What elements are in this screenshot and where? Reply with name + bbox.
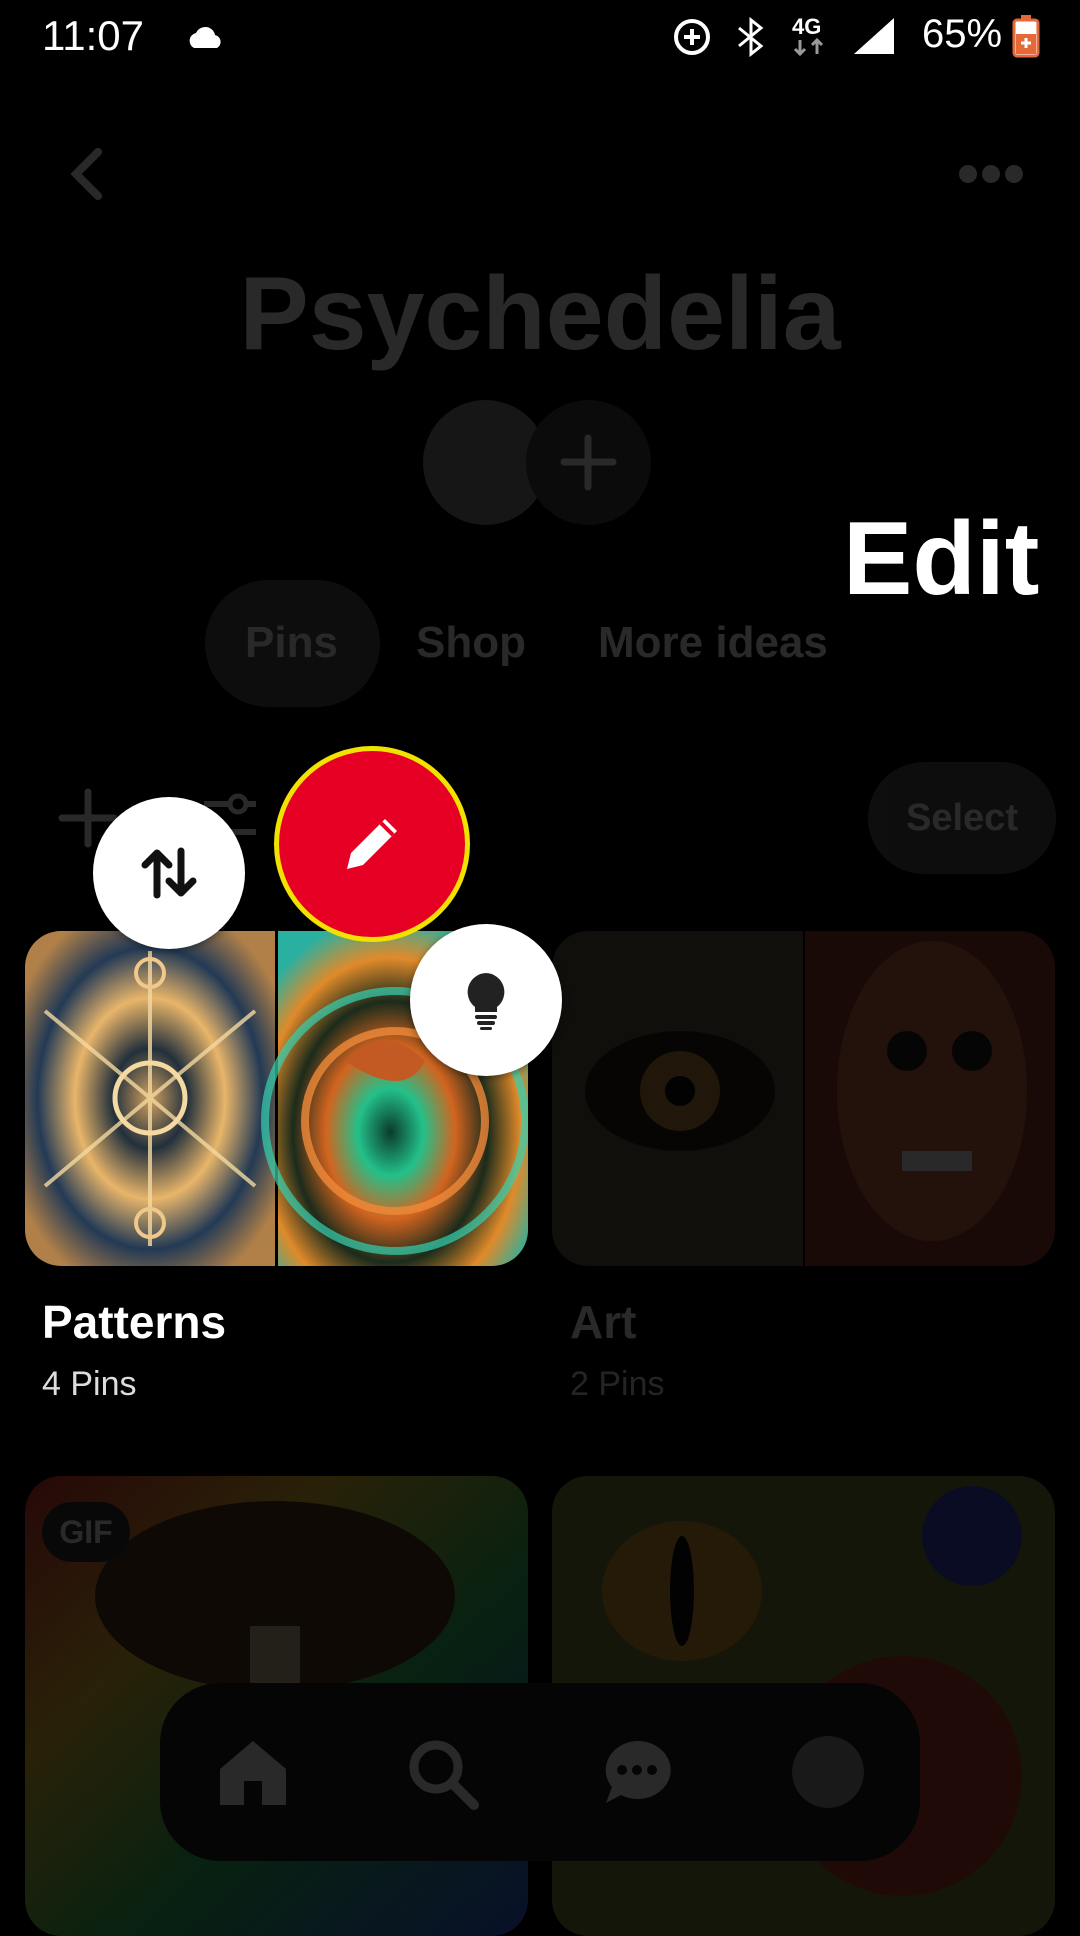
bottom-navigation-bar — [160, 1683, 920, 1861]
profile-avatar[interactable] — [792, 1736, 864, 1808]
section-name-patterns: Patterns — [42, 1296, 227, 1348]
art-cover-image — [552, 931, 1055, 1266]
section-count-art: 2 Pins — [570, 1365, 665, 1403]
more-ideas-button[interactable] — [410, 924, 562, 1076]
reorder-arrows-icon — [141, 847, 197, 899]
lightbulb-icon — [467, 973, 505, 1030]
messages-icon[interactable] — [600, 1737, 674, 1807]
board-title: Psychedelia — [239, 256, 841, 372]
home-icon[interactable] — [216, 1737, 290, 1807]
section-count-patterns: 4 Pins — [42, 1365, 137, 1403]
section-cover-art[interactable] — [552, 931, 1055, 1266]
more-options-icon[interactable] — [958, 162, 1024, 186]
tab-pins[interactable]: Pins — [245, 618, 338, 668]
plus-icon — [560, 434, 617, 491]
tab-more-ideas[interactable]: More ideas — [598, 618, 828, 668]
pencil-icon — [347, 819, 397, 869]
back-icon[interactable] — [66, 146, 106, 202]
search-icon[interactable] — [406, 1737, 480, 1811]
add-collaborator-button[interactable] — [526, 400, 651, 525]
edit-section-button[interactable] — [274, 746, 470, 942]
reorder-button[interactable] — [93, 797, 245, 949]
section-name-art: Art — [570, 1296, 637, 1348]
select-button[interactable]: Select — [868, 762, 1056, 874]
tab-shop[interactable]: Shop — [416, 618, 526, 668]
gif-badge: GIF — [42, 1502, 130, 1562]
edit-label: Edit — [843, 501, 1040, 617]
